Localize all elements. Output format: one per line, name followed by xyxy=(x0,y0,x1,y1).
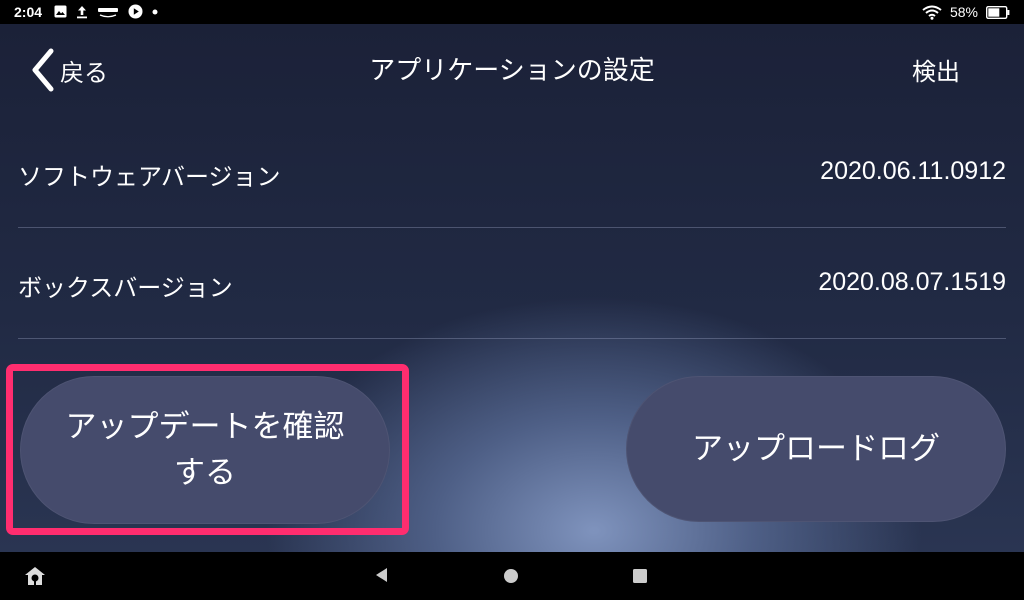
page-title: アプリケーションの設定 xyxy=(369,56,655,86)
box-version-value: 2020.08.07.1519 xyxy=(818,268,1006,296)
upload-icon xyxy=(77,5,87,18)
back-button[interactable]: 戻る xyxy=(30,46,108,94)
chevron-left-icon xyxy=(32,48,54,92)
play-icon xyxy=(128,4,143,19)
status-time: 2:04 xyxy=(14,4,43,20)
check-update-label: アップデートを確認 する xyxy=(66,404,345,496)
header: 戻る アプリケーションの設定 検出 xyxy=(0,24,1024,116)
software-version-row: ソフトウェアバージョン 2020.06.11.0912 xyxy=(18,115,1006,228)
nav-recents-icon[interactable] xyxy=(633,569,647,583)
wifi-icon xyxy=(922,5,942,20)
dot-icon xyxy=(152,9,158,14)
nav-back-icon[interactable] xyxy=(374,567,390,583)
notification-icons xyxy=(54,4,158,19)
nav-home-icon[interactable] xyxy=(503,568,519,584)
box-version-row: ボックスバージョン 2020.08.07.1519 xyxy=(18,226,1006,339)
status-bar: 2:04 58% xyxy=(0,0,1024,24)
nav-bar xyxy=(0,552,1024,600)
battery-icon xyxy=(986,5,1010,19)
photos-icon xyxy=(98,7,118,17)
check-update-button[interactable]: アップデートを確認 する xyxy=(20,376,390,524)
box-version-label: ボックスバージョン xyxy=(18,274,233,302)
software-version-value: 2020.06.11.0912 xyxy=(820,157,1006,185)
image-icon xyxy=(54,5,67,18)
app-screen: 戻る アプリケーションの設定 検出 ソフトウェアバージョン 2020.06.11… xyxy=(0,24,1024,552)
software-version-label: ソフトウェアバージョン xyxy=(18,163,281,191)
check-update-line1: アップデートを確認 xyxy=(65,409,345,445)
detect-button[interactable]: 検出 xyxy=(912,52,960,87)
status-right: 58% xyxy=(922,4,1010,20)
home-settings-icon[interactable] xyxy=(24,566,46,586)
battery-percent: 58% xyxy=(949,4,978,20)
back-label: 戻る xyxy=(60,58,108,87)
upload-log-button[interactable]: アップロードログ xyxy=(626,376,1006,522)
upload-log-label: アップロードログ xyxy=(692,431,940,467)
check-update-line2: する xyxy=(174,455,236,491)
